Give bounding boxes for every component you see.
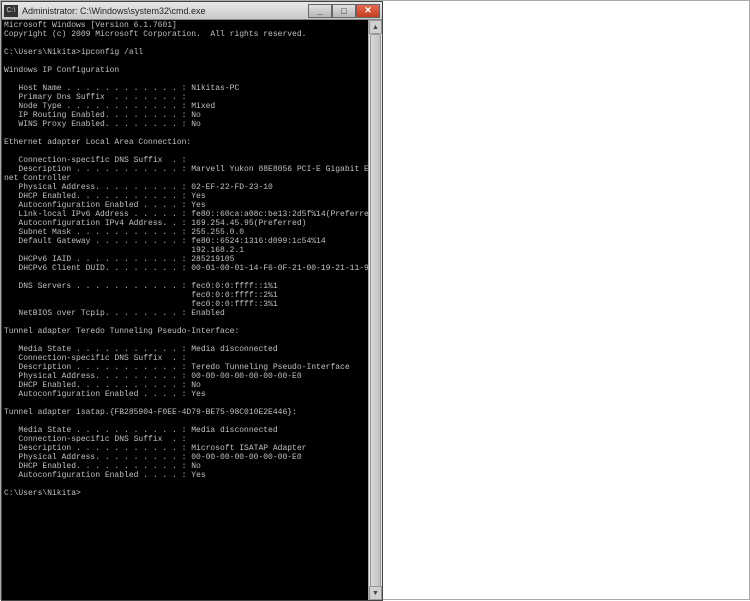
close-button[interactable]: ✕ (356, 4, 380, 18)
cmd-window: C:\ Administrator: C:\Windows\system32\c… (1, 1, 383, 601)
titlebar[interactable]: C:\ Administrator: C:\Windows\system32\c… (2, 2, 382, 20)
maximize-button[interactable]: □ (332, 4, 356, 18)
scroll-thumb[interactable] (370, 34, 381, 594)
scroll-up-arrow[interactable]: ▲ (369, 20, 382, 34)
minimize-button[interactable]: _ (308, 4, 332, 18)
terminal-output[interactable]: Microsoft Windows [Version 6.1.7601] Cop… (2, 20, 382, 600)
window-title: Administrator: C:\Windows\system32\cmd.e… (22, 6, 308, 16)
cmd-icon: C:\ (4, 5, 18, 17)
vertical-scrollbar[interactable]: ▲ ▼ (368, 20, 382, 600)
scroll-down-arrow[interactable]: ▼ (369, 586, 382, 600)
window-controls: _ □ ✕ (308, 4, 380, 18)
